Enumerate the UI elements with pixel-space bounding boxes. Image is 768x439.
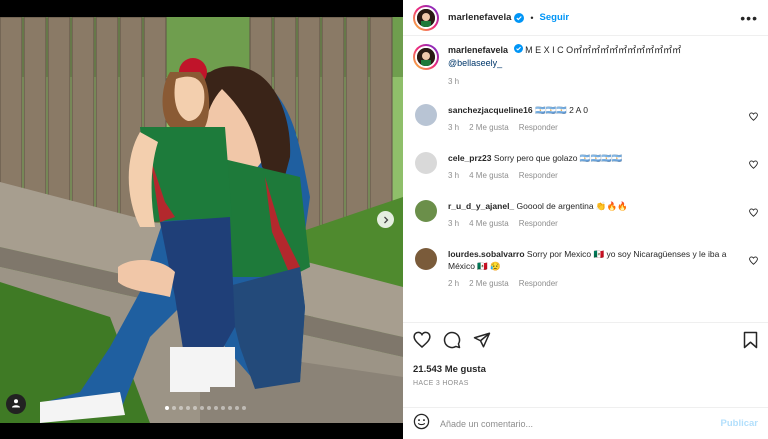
commenter-avatar[interactable] [415,104,437,126]
reply-button[interactable]: Responder [519,122,558,134]
comment-row: lourdes.sobalvarro Sorry por Mexico 🇲🇽 y… [403,248,768,308]
post-photo[interactable] [0,17,403,423]
caption-timestamp: 3 h [448,77,460,86]
caption-text: M E X I C O㎡㎡㎡㎡㎡㎡㎡㎡㎡㎡㎡㎡ [525,45,682,55]
post-media [0,0,403,439]
carousel-dot [221,406,225,410]
caption-mention[interactable]: @bellaseely_ [448,58,502,68]
commenter-username[interactable]: cele_prz23 [448,153,491,163]
carousel-dot [242,406,246,410]
comment-likes[interactable]: 2 Me gusta [469,122,509,134]
commenter-username[interactable]: lourdes.sobalvarro [448,249,525,259]
reply-button[interactable]: Responder [519,170,558,182]
comment-time: 3 h [448,171,460,180]
comment-likes[interactable]: 4 Me gusta [469,170,509,182]
post-header: marlenefavela • Seguir ••• [403,0,768,36]
comment-text: Sorry pero que golazo 🇦🇷🇦🇷🇦🇷🇦🇷 [493,153,623,163]
header-separator: • [530,12,534,23]
comment-row: cele_prz23 Sorry pero que golazo 🇦🇷🇦🇷🇦🇷🇦… [403,152,768,200]
comment-time: 3 h [448,219,460,228]
comment-list: sanchezjacqueline16 🇦🇷🇦🇷🇦🇷 2 A 0 3 h 2 Me … [403,104,768,308]
comment-time: 2 h [448,279,460,288]
verified-badge-icon [514,12,525,23]
more-options-icon[interactable]: ••• [740,11,758,25]
comment-likes[interactable]: 2 Me gusta [469,278,509,290]
caption-body: marlenefavela M E X I C O㎡㎡㎡㎡㎡㎡㎡㎡㎡㎡㎡㎡ @b… [448,44,718,104]
comment-likes[interactable]: 4 Me gusta [469,218,509,230]
comment-row: r_u_d_y_ajanel_ Gooool de argentina 👏🔥🔥 3… [403,200,768,248]
comment-heart-icon[interactable] [749,252,758,270]
comments-section: marlenefavela M E X I C O㎡㎡㎡㎡㎡㎡㎡㎡㎡㎡㎡㎡ @b… [403,44,768,320]
carousel-dot [228,406,232,410]
user-tag-icon [11,395,21,413]
caption-avatar[interactable] [413,44,439,70]
comment-heart-icon[interactable] [749,108,758,126]
carousel-dot [235,406,239,410]
add-comment-bar: Publicar [403,407,768,439]
carousel-dot [207,406,211,410]
comment-text: 🇦🇷🇦🇷🇦🇷 2 A 0 [534,105,588,115]
post-time: HACE 3 HORAS [413,380,469,387]
follow-button[interactable]: Seguir [540,12,570,23]
carousel-dot [214,406,218,410]
carousel-dot [193,406,197,410]
carousel-dot [179,406,183,410]
carousel-dot [165,406,169,410]
bookmark-icon[interactable] [743,331,758,354]
comment-body: lourdes.sobalvarro Sorry por Mexico 🇲🇽 y… [448,248,748,308]
heart-icon[interactable] [413,331,431,353]
comment-icon[interactable] [443,331,461,354]
carousel-dot [200,406,204,410]
post-panel: marlenefavela • Seguir ••• marlenefavela… [403,0,768,439]
post-actions: 21.543 Me gusta HACE 3 HORAS [403,322,768,387]
verified-badge-icon [513,44,523,53]
publish-button[interactable]: Publicar [721,418,759,429]
commenter-avatar[interactable] [415,200,437,222]
carousel-dot [172,406,176,410]
comment-heart-icon[interactable] [749,156,758,174]
likes-count[interactable]: 21.543 Me gusta [413,364,758,375]
comment-row: sanchezjacqueline16 🇦🇷🇦🇷🇦🇷 2 A 0 3 h 2 Me … [403,104,768,152]
user-tags-button[interactable] [6,394,26,414]
carousel-indicators [165,406,246,410]
comment-input[interactable] [440,418,690,429]
author-avatar[interactable] [413,4,439,31]
author-username[interactable]: marlenefavela [448,12,511,23]
comment-text: Gooool de argentina 👏🔥🔥 [516,201,628,211]
commenter-avatar[interactable] [415,248,437,270]
comment-heart-icon[interactable] [749,204,758,222]
chevron-right-icon [382,211,390,229]
emoji-icon[interactable] [413,413,430,435]
reply-button[interactable]: Responder [519,278,558,290]
comment-body: sanchezjacqueline16 🇦🇷🇦🇷🇦🇷 2 A 0 3 h 2 Me … [448,104,748,152]
commenter-username[interactable]: sanchezjacqueline16 [448,105,533,115]
comment-body: r_u_d_y_ajanel_ Gooool de argentina 👏🔥🔥 3… [448,200,748,248]
commenter-username[interactable]: r_u_d_y_ajanel_ [448,201,514,211]
next-slide-button[interactable] [377,211,394,228]
comment-body: cele_prz23 Sorry pero que golazo 🇦🇷🇦🇷🇦🇷🇦… [448,152,748,200]
share-icon[interactable] [473,331,491,354]
post-caption: marlenefavela M E X I C O㎡㎡㎡㎡㎡㎡㎡㎡㎡㎡㎡㎡ @b… [403,44,768,104]
commenter-avatar[interactable] [415,152,437,174]
reply-button[interactable]: Responder [519,218,558,230]
comment-time: 3 h [448,123,460,132]
caption-username[interactable]: marlenefavela [448,45,508,55]
carousel-dot [186,406,190,410]
